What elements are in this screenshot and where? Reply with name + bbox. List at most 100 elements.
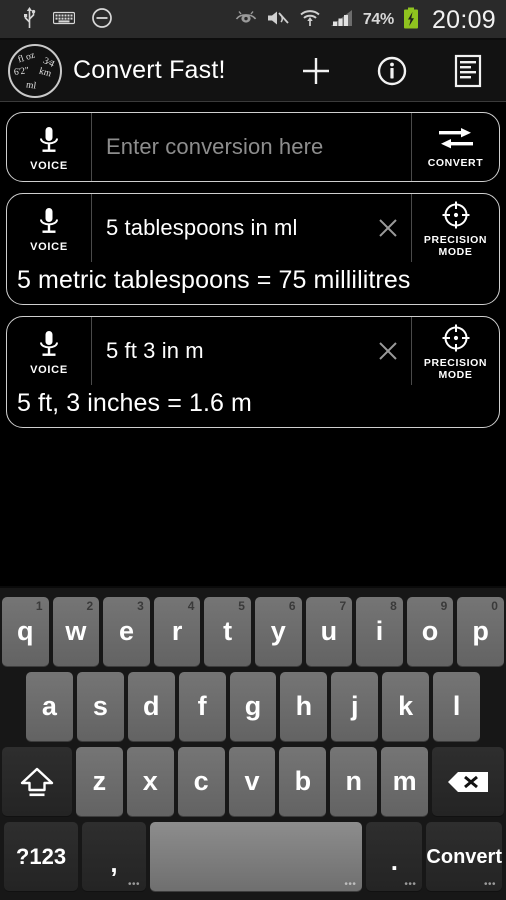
history-icon[interactable] bbox=[450, 53, 486, 89]
key-i[interactable]: 8i bbox=[356, 597, 403, 666]
conversion-input-1[interactable]: 5 tablespoons in ml bbox=[92, 194, 411, 262]
key-label: s bbox=[92, 691, 108, 721]
conversion-input-value: 5 ft 3 in m bbox=[106, 338, 204, 363]
key-v[interactable]: v bbox=[228, 747, 276, 816]
card-input-row: VOICE Enter conversion here CONVERT bbox=[7, 113, 499, 181]
key-u[interactable]: 7u bbox=[305, 597, 353, 666]
card-input-row: VOICE 5 ft 3 in m PRECISION MODE bbox=[7, 317, 499, 385]
status-bar: 74% 20:09 bbox=[0, 0, 506, 40]
key-k[interactable]: k bbox=[382, 672, 430, 741]
mute-icon bbox=[266, 9, 290, 32]
key-h[interactable]: h bbox=[280, 672, 328, 741]
keyboard-row-1: 1q2w3e4r5t6y7u8i9o0p bbox=[0, 594, 506, 669]
precision-mode-button[interactable]: PRECISION MODE bbox=[411, 194, 499, 262]
do-not-disturb-icon bbox=[91, 7, 113, 34]
convert-button[interactable]: CONVERT bbox=[411, 113, 499, 181]
voice-button[interactable]: VOICE bbox=[7, 317, 92, 385]
logo-text-floz: fl oz bbox=[16, 50, 37, 65]
key-period[interactable]: . ••• bbox=[366, 822, 423, 891]
keyboard-row-3: z x c v b nm bbox=[0, 744, 506, 819]
key-label: k bbox=[398, 691, 414, 721]
key-o[interactable]: 9o bbox=[406, 597, 454, 666]
key-label: a bbox=[41, 691, 57, 721]
key-label: q bbox=[17, 616, 34, 646]
key-m[interactable]: m bbox=[381, 747, 429, 816]
convert-label: CONVERT bbox=[427, 157, 484, 169]
key-w[interactable]: 2w bbox=[52, 597, 100, 666]
voice-button[interactable]: VOICE bbox=[7, 194, 92, 262]
key-t[interactable]: 5t bbox=[204, 597, 251, 666]
microphone-icon bbox=[40, 330, 58, 356]
clock: 20:09 bbox=[431, 5, 496, 34]
microphone-icon bbox=[40, 126, 58, 152]
key-b[interactable]: b bbox=[279, 747, 327, 816]
key-number-hint: 1 bbox=[35, 599, 43, 613]
key-longpress-hint: ••• bbox=[344, 879, 357, 890]
info-icon[interactable] bbox=[374, 53, 410, 89]
key-label: x bbox=[142, 766, 158, 796]
status-bar-left-icons bbox=[22, 6, 113, 35]
conversion-input-2[interactable]: 5 ft 3 in m bbox=[92, 317, 411, 385]
precision-mode-line1: PRECISION bbox=[423, 357, 488, 369]
microphone-icon bbox=[40, 207, 58, 233]
keyboard-icon bbox=[52, 11, 76, 30]
key-e[interactable]: 3e bbox=[103, 597, 150, 666]
key-label: . bbox=[390, 845, 399, 876]
key-convert[interactable]: Convert ••• bbox=[426, 822, 502, 891]
key-comma[interactable]: , ••• bbox=[82, 822, 146, 891]
key-longpress-hint: ••• bbox=[404, 879, 417, 890]
conversion-input-placeholder: Enter conversion here bbox=[106, 134, 324, 159]
eye-icon bbox=[235, 10, 257, 31]
precision-mode-label: PRECISION MODE bbox=[424, 234, 487, 258]
key-y[interactable]: 6y bbox=[254, 597, 302, 666]
key-number-hint: 4 bbox=[187, 599, 195, 613]
key-number-hint: 7 bbox=[339, 599, 347, 613]
precision-mode-button[interactable]: PRECISION MODE bbox=[411, 317, 499, 385]
key-d[interactable]: d bbox=[127, 672, 175, 741]
key-label: r bbox=[171, 616, 183, 646]
key-q[interactable]: 1q bbox=[2, 597, 49, 666]
key-p[interactable]: 0p bbox=[457, 597, 504, 666]
key-label: y bbox=[270, 616, 286, 646]
key-z[interactable]: z bbox=[76, 747, 123, 816]
app-title: Convert Fast! bbox=[73, 56, 226, 84]
conversion-card-2: VOICE 5 ft 3 in m PRECISION MODE 5 ft, 3… bbox=[6, 316, 500, 428]
clear-icon[interactable] bbox=[371, 217, 405, 239]
on-screen-keyboard: 1q2w3e4r5t6y7u8i9o0p asdfghjkl zxcvbnm ?… bbox=[0, 586, 506, 900]
key-label: w bbox=[65, 616, 87, 646]
app-bar-actions bbox=[298, 53, 492, 89]
key-f[interactable]: f bbox=[178, 672, 226, 741]
key-a[interactable]: a bbox=[26, 672, 73, 741]
app-bar: fl oz 3⁄4 6'2" km ml Convert Fast! bbox=[0, 40, 506, 102]
key-shift[interactable] bbox=[2, 747, 72, 816]
status-bar-divider bbox=[0, 38, 506, 40]
key-j[interactable]: j bbox=[331, 672, 379, 741]
key-s[interactable]: s bbox=[76, 672, 124, 741]
key-x[interactable]: x bbox=[126, 747, 174, 816]
key-l[interactable]: l bbox=[433, 672, 481, 741]
battery-percent: 74% bbox=[362, 11, 394, 28]
key-symbols[interactable]: ?123 bbox=[4, 822, 78, 891]
voice-label: VOICE bbox=[30, 363, 68, 376]
key-space[interactable]: ••• bbox=[150, 822, 363, 891]
key-label: Convert bbox=[426, 845, 502, 868]
key-label: u bbox=[320, 616, 338, 646]
voice-label: VOICE bbox=[30, 159, 68, 172]
key-number-hint: 6 bbox=[288, 599, 296, 613]
key-longpress-hint: ••• bbox=[483, 879, 496, 890]
signal-icon bbox=[330, 9, 354, 32]
conversion-card-1: VOICE 5 tablespoons in ml PRECISION MODE bbox=[6, 193, 500, 305]
key-r[interactable]: 4r bbox=[153, 597, 201, 666]
key-label: d bbox=[142, 691, 160, 721]
key-g[interactable]: g bbox=[229, 672, 277, 741]
conversion-input-new[interactable]: Enter conversion here bbox=[92, 113, 411, 181]
clear-icon[interactable] bbox=[371, 340, 405, 362]
voice-button[interactable]: VOICE bbox=[7, 113, 92, 181]
key-n[interactable]: n bbox=[330, 747, 378, 816]
key-c[interactable]: c bbox=[177, 747, 225, 816]
key-label: g bbox=[244, 691, 262, 721]
key-backspace[interactable] bbox=[432, 747, 505, 816]
precision-mode-label: PRECISION MODE bbox=[424, 357, 487, 381]
add-icon[interactable] bbox=[298, 53, 334, 89]
key-label: o bbox=[421, 616, 439, 646]
